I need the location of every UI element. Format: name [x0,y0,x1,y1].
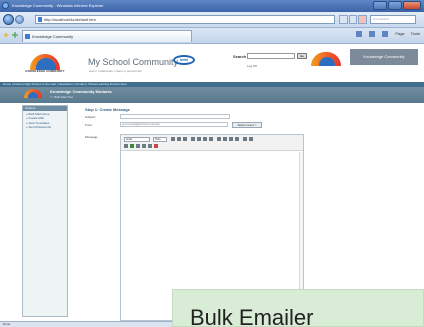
status-text: Done [3,322,11,326]
home-icon[interactable] [356,31,363,37]
justify-icon[interactable] [209,137,213,141]
module-title: Knowledge Community Modules [50,89,112,94]
header-rainbow-logo [311,50,343,66]
tab-bar: Knowledge Community Page Tools [0,28,424,44]
subject-label: Subject: [85,115,96,119]
bold-icon[interactable] [171,137,175,141]
tab-active[interactable]: Knowledge Community [22,30,192,42]
logoff-link[interactable]: Log Off [247,64,257,68]
header-search-label: Search [233,54,247,59]
browser-search-placeholder: Live Search [373,17,389,21]
window-controls [373,1,421,10]
code-icon[interactable] [148,144,152,148]
italic-icon[interactable] [177,137,181,141]
ordered-list-icon[interactable] [217,137,221,141]
intel-logo: intel [173,55,195,65]
address-bar: http://localhost/kc/default.htm Live Sea… [0,12,424,28]
brand-box: Knowledge Community [350,49,418,65]
browser-window: Knowledge Community - Windows Internet E… [0,0,424,327]
maximize-button[interactable] [388,1,402,10]
unlink-icon[interactable] [249,137,253,141]
align-center-icon[interactable] [197,137,201,141]
site-title: My School Community [88,57,179,67]
stop-icon[interactable] [358,15,368,24]
sidebar-item-send-passwords[interactable]: » Send Passwords [23,125,67,129]
outdent-icon[interactable] [229,137,233,141]
go-icon[interactable] [348,15,358,24]
refresh-icon[interactable] [339,15,348,24]
forward-icon[interactable] [15,15,24,24]
link-icon[interactable] [243,137,247,141]
tab-page-icon [25,34,30,39]
module-bar: Knowledge Community Modules >> Bulk Mail… [0,87,424,103]
feeds-icon[interactable] [369,31,376,37]
add-favorite-icon[interactable] [12,32,18,38]
table-icon[interactable] [142,144,146,148]
page-menu[interactable]: Page [395,31,404,37]
module-logo [22,89,44,101]
address-text: http://localhost/kc/default.htm [44,17,96,22]
unordered-list-icon[interactable] [223,137,227,141]
form-heading: Step 1: Create Message [85,107,130,112]
site-subtitle: learn | collaborate | share in partnersh… [89,69,142,73]
address-tools [339,15,368,24]
from-input[interactable]: your.name@school.nsw.edu [120,122,228,127]
logo-arc-blue [319,57,335,66]
caption-banner: Bulk Emailer [172,289,424,327]
image-icon[interactable] [136,144,140,148]
indent-icon[interactable] [235,137,239,141]
horizontal-rule-icon[interactable] [124,144,128,148]
editor-toolbar: Arial Size [121,135,303,151]
ie-icon [2,2,9,9]
window-title: Knowledge Community - Windows Internet E… [12,3,104,8]
sidebar-item-label: Create Mail [28,116,44,120]
subject-input[interactable] [120,114,230,119]
knowledge-community-logo[interactable]: KNOWLEDGE COMMUNITY [20,53,70,75]
logo-text: KNOWLEDGE COMMUNITY [25,69,65,73]
page-icon [38,17,42,22]
text-color-icon[interactable] [130,144,134,148]
align-left-icon[interactable] [191,137,195,141]
close-button[interactable] [403,1,421,10]
size-select[interactable]: Size [153,137,167,142]
address-input[interactable]: http://localhost/kc/default.htm [35,15,335,24]
underline-icon[interactable] [183,137,187,141]
spellcheck-icon[interactable] [154,144,158,148]
sidebar: Options » Bulk Mail Home » Create Mail »… [22,105,68,317]
print-icon[interactable] [382,31,389,37]
header-search-input[interactable] [247,53,295,59]
tab-title: Knowledge Community [32,34,74,39]
site-header: KNOWLEDGE COMMUNITY My School Community … [0,44,424,82]
module-breadcrumb: >> Bulk Mail Tool [50,95,73,99]
page-viewport: KNOWLEDGE COMMUNITY My School Community … [0,44,424,321]
minimize-button[interactable] [373,1,387,10]
tools-menu[interactable]: Tools [411,31,420,37]
sidebar-item-label: Send Passwords [28,125,52,129]
header-go-button[interactable]: Go [297,53,307,59]
select-users-button[interactable]: Select users > [232,122,262,128]
sidebar-item-label: View Templates [28,120,50,125]
font-select[interactable]: Arial [124,137,150,142]
favorites-star-icon[interactable] [3,32,9,38]
title-bar: Knowledge Community - Windows Internet E… [0,0,424,12]
command-bar: Page Tools [356,31,420,37]
sidebar-item-label: Bulk Mail Home [28,111,50,116]
align-right-icon[interactable] [203,137,207,141]
browser-search-input[interactable]: Live Search [370,15,416,24]
message-label: Message: [85,135,99,139]
from-label: From: [85,123,93,127]
back-icon[interactable] [3,14,14,25]
logo-arc-blue [28,92,38,98]
